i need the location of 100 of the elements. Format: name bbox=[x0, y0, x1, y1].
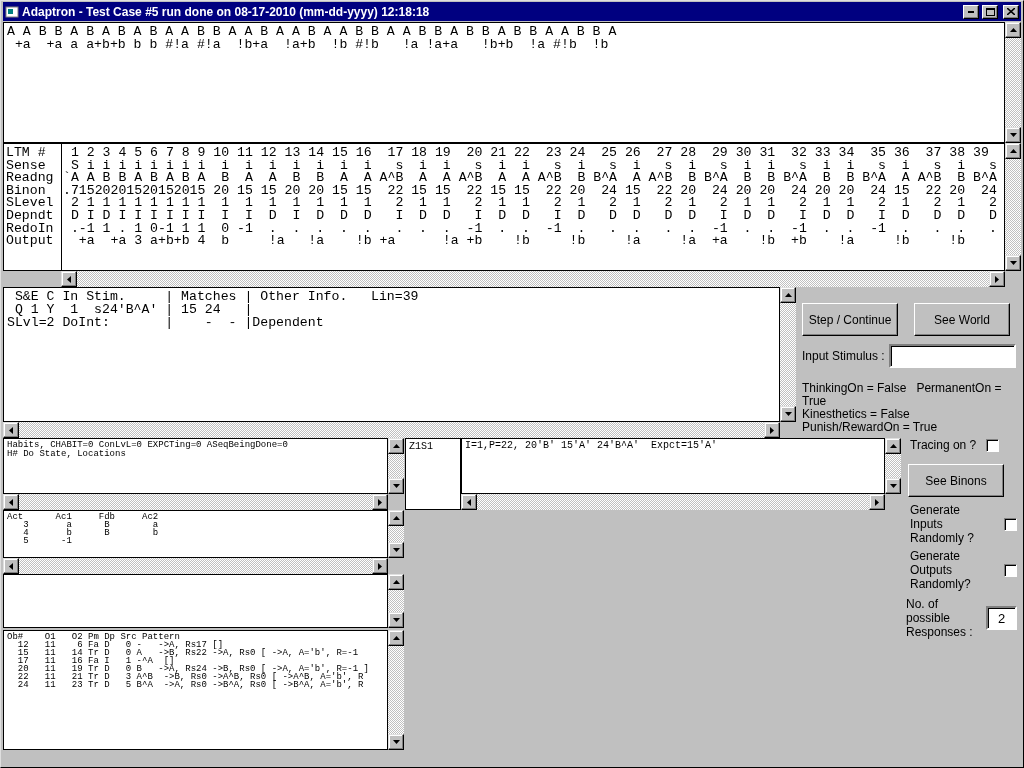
vertical-scrollbar[interactable] bbox=[1005, 22, 1021, 143]
right-triangle-icon bbox=[378, 498, 382, 506]
scroll-right-button[interactable] bbox=[764, 422, 780, 438]
stimulus-text-area[interactable]: S&E C In Stim. | Matches | Other Info. Lin=39 Q 1 Y 1 s24'B^A' | 15 24 | SLvl=2 DoInt: | - - |Dependent bbox=[3, 287, 780, 422]
maximize-button[interactable] bbox=[982, 4, 998, 19]
vertical-scrollbar[interactable] bbox=[388, 510, 404, 558]
text-line: Ob# O1 O2 Pm Dp Src Pattern bbox=[7, 633, 180, 641]
left-triangle-icon bbox=[9, 426, 13, 434]
horizontal-scrollbar[interactable] bbox=[3, 494, 388, 510]
down-triangle-icon bbox=[392, 618, 400, 622]
scroll-left-button[interactable] bbox=[461, 494, 477, 510]
row-values: 2 1 1 1 1 1 1 1 1 1 1 1 1 1 1 1 2 1 1 2 1 1 2 1 2 1 2 1 2 1 1 2 1 1 2 1 2 1 2 bbox=[69, 197, 997, 210]
close-button[interactable] bbox=[1003, 4, 1019, 19]
row-values: `A A B B A B A B A B A A B B A A A^B A A A^B A A A^B B B^A A A^B B B^A B B B^A B B B^A A A^B B B^A bbox=[63, 172, 997, 185]
left-triangle-icon bbox=[9, 498, 13, 506]
up-triangle-icon bbox=[784, 293, 792, 297]
vertical-scrollbar[interactable] bbox=[885, 438, 901, 494]
scroll-up-button[interactable] bbox=[1005, 22, 1021, 38]
checkbox[interactable] bbox=[1004, 517, 1017, 531]
row-label: Binon bbox=[6, 184, 46, 198]
generate-outputs-label: Generate Outputs Randomly? bbox=[910, 549, 972, 591]
up-triangle-icon bbox=[1009, 149, 1017, 153]
responses-label: No. of possible Responses : bbox=[906, 597, 974, 639]
row-values: 1 2 3 4 5 6 7 8 9 10 11 12 13 14 15 16 17 18 19 20 21 22 23 24 25 26 27 28 29 30 31 32 33 34 35 36 37 38 39 bbox=[69, 147, 989, 160]
maximize-icon bbox=[985, 7, 995, 16]
checkbox[interactable] bbox=[1004, 563, 1017, 577]
horizontal-scrollbar[interactable] bbox=[461, 494, 885, 510]
text-line: A A B B A B A B A B A A B B A A B A A B A A B B A A B B A B B A B B A A B B A bbox=[7, 25, 617, 38]
scroll-up-button[interactable] bbox=[1005, 143, 1021, 159]
row-values: .-1 1 . 1 0-1 1 1 0 -1 . . . . . . . . -1 . . -1 . . . . . -1 . . -1 . . -1 . . . . bbox=[69, 222, 997, 236]
scroll-down-button[interactable] bbox=[1005, 127, 1021, 143]
text-line: 15 11 14 Tr D 0 A ->B, Rs22 ->A, Rs0 [ ->A, A='b', R=-1 bbox=[16, 649, 359, 657]
down-triangle-icon bbox=[392, 548, 400, 552]
vertical-scrollbar[interactable] bbox=[388, 630, 404, 750]
down-triangle-icon bbox=[392, 484, 400, 488]
see-world-button[interactable]: See World bbox=[914, 303, 1010, 336]
scroll-right-button[interactable] bbox=[372, 558, 388, 574]
scroll-up-button[interactable] bbox=[885, 438, 901, 454]
scroll-left-button[interactable] bbox=[3, 558, 19, 574]
scroll-left-button[interactable] bbox=[3, 422, 19, 438]
minimize-button[interactable] bbox=[963, 4, 979, 19]
checkbox[interactable] bbox=[986, 438, 1000, 452]
step-continue-button[interactable]: Step / Continue bbox=[802, 303, 898, 336]
down-triangle-icon bbox=[889, 484, 897, 488]
right-triangle-icon bbox=[875, 498, 879, 506]
scroll-down-button[interactable] bbox=[388, 734, 404, 750]
scroll-down-button[interactable] bbox=[388, 612, 404, 628]
vertical-scrollbar[interactable] bbox=[388, 574, 404, 628]
scroll-left-button[interactable] bbox=[61, 271, 77, 287]
horizontal-scrollbar[interactable] bbox=[61, 271, 1005, 287]
text-line: S&E C In Stim. | Matches | Other Info. Lin=39 bbox=[13, 290, 419, 303]
responses-field[interactable]: 2 bbox=[986, 606, 1017, 630]
right-triangle-icon bbox=[378, 562, 382, 570]
vertical-scrollbar[interactable] bbox=[388, 438, 404, 494]
row-label: SLevel bbox=[6, 197, 54, 210]
world-text-area[interactable]: A A B B A B A B A B A A B B A A B A A B A A B B A A B B A B B A B B A A B B A +a +a a a+b+b b b #!a #!a !b+a !a+b !b #!b !a !a+a !b+b !a #!b !b bbox=[3, 22, 1005, 143]
text-line: 22 11 21 Tr D 3 A^B ->B, Rs0 ->A^B, Rs0 [ ->A^B, A='b', R bbox=[16, 673, 364, 681]
horizontal-scrollbar[interactable] bbox=[3, 422, 780, 438]
text-line: 5 -1 bbox=[22, 537, 72, 545]
text-line: SLvl=2 DoInt: | - - |Dependent bbox=[7, 316, 324, 329]
vertical-scrollbar[interactable] bbox=[780, 287, 796, 422]
scroll-right-button[interactable] bbox=[869, 494, 885, 510]
scroll-up-button[interactable] bbox=[388, 510, 404, 526]
text-line: 20 11 19 Tr D 0 B ->A, Rs24 ->B, Rs0 [ ->A, A='b', R=-1 ] bbox=[16, 665, 369, 673]
down-triangle-icon bbox=[1009, 261, 1017, 265]
objects-text-area[interactable] bbox=[3, 630, 388, 750]
scroll-down-button[interactable] bbox=[388, 542, 404, 558]
left-triangle-icon bbox=[67, 275, 71, 283]
acts-text-area[interactable]: Act Ac1 Fdb Ac2 3 a B a 4 b B b 5 -1 bbox=[3, 510, 388, 558]
horizontal-scrollbar[interactable] bbox=[3, 558, 388, 574]
close-icon bbox=[1007, 8, 1015, 15]
scroll-down-button[interactable] bbox=[388, 478, 404, 494]
scroll-down-button[interactable] bbox=[1005, 255, 1021, 271]
scroll-up-button[interactable] bbox=[388, 574, 404, 590]
scroll-down-button[interactable] bbox=[885, 478, 901, 494]
vertical-scrollbar[interactable] bbox=[1005, 143, 1021, 271]
scroll-right-button[interactable] bbox=[989, 271, 1005, 287]
scroll-up-button[interactable] bbox=[780, 287, 796, 303]
right-triangle-icon bbox=[770, 426, 774, 434]
input-stimulus-field[interactable] bbox=[888, 344, 1016, 368]
up-triangle-icon bbox=[889, 444, 897, 448]
row-values: +a +a 3 a+b+b 4 b !a !a !b +a !a +b !b !b !a !a +a !b +b !a !b !b bbox=[77, 235, 966, 248]
text-line: +a +a a a+b+b b b #!a #!a !b+a !a+b !b #!b !a !a+a !b+b !a #!b !b bbox=[13, 38, 609, 51]
up-triangle-icon bbox=[392, 516, 400, 520]
scroll-up-button[interactable] bbox=[388, 630, 404, 646]
text-line: 12 11 6 Fa D 0 - ->A, Rs17 [] bbox=[16, 641, 224, 649]
row-label: RedoIn bbox=[6, 222, 54, 236]
scroll-left-button[interactable] bbox=[3, 494, 19, 510]
row-label: Output bbox=[6, 235, 54, 248]
down-triangle-icon bbox=[392, 740, 400, 744]
row-values: S i i i i i i i i i i i i i i i s i i s i i s i s i s i s i i s i i s i s i s bbox=[70, 159, 997, 173]
scroll-down-button[interactable] bbox=[780, 406, 796, 422]
up-triangle-icon bbox=[392, 636, 400, 640]
see-binons-button[interactable]: See Binons bbox=[908, 464, 1004, 497]
minimize-icon bbox=[968, 10, 974, 13]
scroll-up-button[interactable] bbox=[388, 438, 404, 454]
row-label: Sense bbox=[6, 159, 46, 173]
scroll-right-button[interactable] bbox=[372, 494, 388, 510]
zone-text-area[interactable]: I=1,P=22, 20'B' 15'A' 24'B^A' Expct=15'A' bbox=[461, 438, 885, 494]
habits-text-area[interactable]: Habits, CHABIT=0 ConLvL=0 EXPCTing=0 ASeqBeingDone=0 H# Do State, Locations bbox=[3, 438, 388, 494]
